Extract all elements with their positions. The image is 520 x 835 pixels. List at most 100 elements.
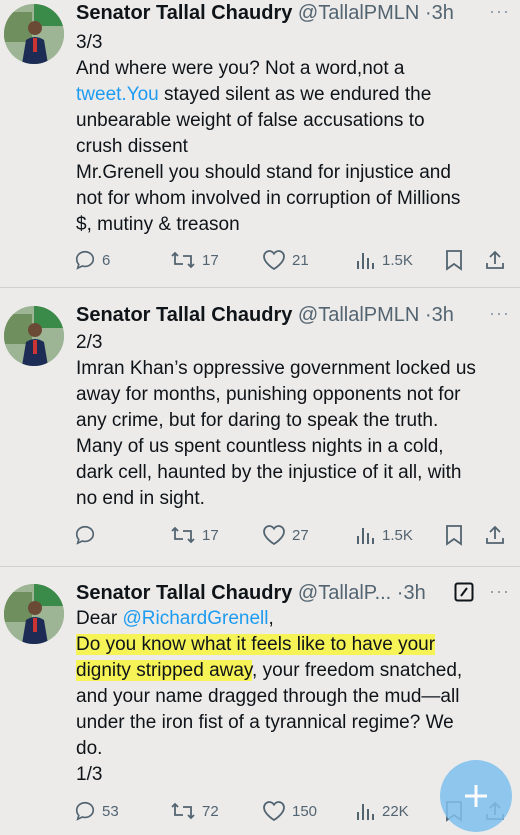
text-line: under the iron fist of a tyrannical regi… [76,712,454,733]
text-line: tweet.You stayed silent as we endured th… [76,82,506,108]
text-line: $, mutiny & treason [76,214,240,235]
text-span: Dear [76,608,123,629]
text-line: do. [76,738,103,759]
text-line: no end in sight. [76,488,205,509]
like-icon [263,250,285,271]
separator: · [424,2,432,24]
text-line: dark cell, haunted by the injustice of i… [76,462,462,483]
edit-icon[interactable] [454,582,474,607]
bookmark-icon [446,525,462,546]
avatar[interactable] [4,4,64,64]
text-line: away for months, punishing opponents not… [76,384,461,405]
share-icon [486,250,504,269]
repost-icon [171,251,195,269]
author-name[interactable]: Senator Tallal Chaudry [76,2,292,24]
avatar[interactable] [4,306,64,366]
repost-button[interactable]: 17 [170,245,219,275]
tweet-header: Senator Tallal Chaudry @TallalP... ·3h [76,580,426,606]
views-button[interactable]: 1.5K [354,245,413,275]
text-line: any crime, but for daring to speak the t… [76,410,439,431]
reply-button[interactable]: 6 [74,245,110,275]
thread-index: 2/3 [76,332,103,353]
repost-icon [171,526,195,544]
tweet-1[interactable]: Senator Tallal Chaudry @TallalPMLN ·3h ·… [0,0,520,285]
like-button[interactable]: 150 [262,796,317,826]
reply-button[interactable] [74,520,102,550]
compose-plus-icon [465,785,487,807]
text-span: , [268,608,274,629]
action-bar: 6 17 21 1.5K [74,245,514,275]
more-options-icon[interactable]: ··· [489,302,510,324]
views-icon [357,253,374,269]
text-line: And where were you? Not a word,not a [76,58,405,79]
repost-count: 72 [202,802,219,820]
hashtag-link[interactable]: tweet.You [76,84,159,105]
tweet-text: 3/3 And where were you? Not a word,not a… [76,30,506,238]
text-line: and your name dragged through the mud—al… [76,686,460,707]
bookmark-icon [446,250,462,271]
like-icon [263,801,285,822]
reply-icon [75,525,95,545]
text-line: Mr.Grenell you should stand for injustic… [76,162,451,183]
author-handle[interactable]: @TallalPMLN [298,304,419,326]
highlighted-text: Do you know what it feels like to have y… [76,634,436,655]
timestamp[interactable]: 3h [432,2,454,24]
like-count: 21 [292,251,309,269]
share-button[interactable] [484,245,506,275]
reply-count: 53 [102,802,119,820]
text-line: crush dissent [76,136,188,157]
views-count: 1.5K [382,251,413,269]
reply-icon [75,801,95,821]
tweet-2[interactable]: Senator Tallal Chaudry @TallalPMLN ·3h ·… [0,302,520,562]
repost-count: 17 [202,526,219,544]
separator: · [424,304,432,326]
share-icon [486,525,504,544]
tweet-text: 2/3 Imran Khan’s oppressive government l… [76,330,506,512]
reply-button[interactable]: 53 [74,796,119,826]
views-button[interactable]: 1.5K [354,520,413,550]
text-line: Do you know what it feels like to have y… [76,632,506,658]
avatar[interactable] [4,584,64,644]
views-button[interactable]: 22K [354,796,409,826]
text-line: dignity stripped away, your freedom snat… [76,658,506,684]
divider [0,287,520,288]
divider [0,566,520,567]
action-bar: 17 27 1.5K [74,520,514,550]
text-line: Dear @RichardGrenell, [76,606,506,632]
text-line: Imran Khan’s oppressive government locke… [76,358,476,379]
reply-icon [75,250,95,270]
more-options-icon[interactable]: ··· [489,0,510,22]
text-span: stayed silent as we endured the [158,84,432,105]
like-button[interactable]: 27 [262,520,309,550]
author-handle[interactable]: @TallalPMLN [298,2,419,24]
thread-index: 3/3 [76,32,103,53]
bookmark-button[interactable] [444,245,464,275]
tweet-header: Senator Tallal Chaudry @TallalPMLN ·3h [76,302,454,328]
timestamp[interactable]: 3h [432,304,454,326]
views-icon [357,804,374,820]
more-options-icon[interactable]: ··· [489,580,510,602]
author-name[interactable]: Senator Tallal Chaudry [76,304,292,326]
like-count: 150 [292,802,318,820]
views-icon [357,528,374,544]
bookmark-button[interactable] [444,520,464,550]
like-count: 27 [292,526,309,544]
share-button[interactable] [484,520,506,550]
repost-button[interactable]: 17 [170,520,219,550]
author-handle[interactable]: @TallalP... [298,582,391,604]
compose-button[interactable] [440,760,512,832]
like-button[interactable]: 21 [262,245,309,275]
reply-count: 6 [102,251,111,269]
tweet-header: Senator Tallal Chaudry @TallalPMLN ·3h [76,0,454,26]
mention-link[interactable]: @RichardGrenell [122,608,268,629]
author-name[interactable]: Senator Tallal Chaudry [76,582,292,604]
timestamp[interactable]: 3h [403,582,425,604]
views-count: 22K [382,802,409,820]
text-line: not for whom involved in corruption of M… [76,188,461,209]
highlighted-text: dignity stripped away [76,660,253,681]
repost-button[interactable]: 72 [170,796,219,826]
repost-count: 17 [202,251,219,269]
repost-icon [171,802,195,820]
tweet-text: Dear @RichardGrenell, Do you know what i… [76,606,506,788]
text-line: Many of us spent countless nights in a c… [76,436,444,457]
